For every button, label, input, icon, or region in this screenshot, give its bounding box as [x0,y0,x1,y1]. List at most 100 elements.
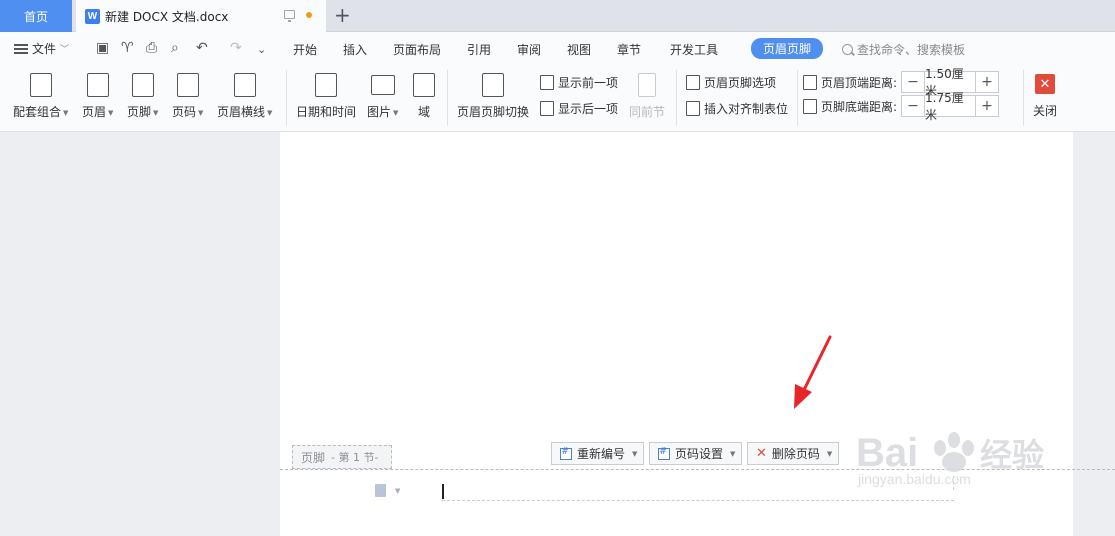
tab-insert[interactable]: 插入 [343,41,367,58]
customize-toolbar-icon[interactable]: ⌄ [257,42,266,58]
tab-header-footer[interactable]: 页眉页脚 [751,38,824,59]
header-footer-options-button[interactable]: 页眉页脚选项 [686,74,776,91]
increase-button[interactable]: + [976,72,998,92]
footer-bottom-distance: 页脚底端距离: − 1.75厘米 + [803,91,999,122]
picture-button[interactable]: 图片 ▼ [367,73,398,120]
same-as-previous-icon [638,73,656,97]
align-tab-icon [686,101,700,116]
svg-text:经验: 经验 [980,436,1044,474]
print-preview-icon[interactable]: ⌕ [171,40,179,56]
search-placeholder: 查找命令、搜索模板 [857,43,966,57]
footer-bottom-input[interactable]: 1.75厘米 [924,91,976,122]
monitor-icon[interactable] [284,10,295,22]
header-footer-options-label: 页眉页脚选项 [704,76,777,90]
date-time-label: 日期和时间 [296,105,357,119]
divider [1023,70,1024,126]
page-number-settings-label: 页码设置 [675,447,724,461]
close-header-footer-button[interactable]: ✕ 关闭 [1033,74,1057,119]
tab-view[interactable]: 视图 [567,41,591,58]
combo-icon [29,73,52,97]
chevron-down-icon[interactable]: ▼ [395,487,400,495]
hamburger-icon [14,43,28,54]
tab-start[interactable]: 开始 [293,41,317,58]
redo-icon[interactable]: ↷ [230,40,242,56]
ribbon: 配套组合 ▼ 页眉 ▼ 页脚 ▼ 页码 ▼ 页眉横线 ▼ 日期和时间 图片 ▼ 域 页眉页脚… [0,66,1115,132]
file-menu-label: 文件 [32,42,57,56]
same-as-previous-button[interactable]: 同前节 [629,73,665,120]
command-search[interactable]: 查找命令、搜索模板 [842,41,965,58]
annotation-arrow-icon [794,335,832,409]
close-label: 关闭 [1033,104,1058,118]
tab-bar: 首页 W 新建 DOCX 文档.docx + [0,0,1115,32]
page-number-label: 页码 [172,105,197,119]
renumber-button[interactable]: 重新编号 ▼ [551,442,645,465]
footer-bottom-label: 页脚底端距离: [821,99,898,114]
print-icon[interactable]: ⎙ [146,40,157,56]
header-icon [86,73,109,97]
calendar-icon [315,73,337,97]
page-number-button[interactable]: 页码 ▼ [172,73,203,120]
field-button[interactable]: 域 [413,73,435,120]
switch-label: 页眉页脚切换 [457,105,530,119]
tab-document-title: 新建 DOCX 文档.docx [105,9,229,24]
insert-align-tab-label: 插入对齐制表位 [704,102,789,116]
save-icon[interactable]: ▣ [96,40,109,56]
tab-chapter[interactable]: 章节 [617,41,641,58]
renumber-icon [560,446,572,460]
page-number-settings-button[interactable]: 页码设置 ▼ [649,442,743,465]
menu-bar: 文件 ﹀ ▣ ♈ ⎙ ⌕ ↶ ↷ ⌄ 开始 插入 页面布局 引用 审阅 视图 章… [0,32,1115,66]
footer-tag-label: 页脚 [301,450,326,465]
footer-distance-icon [803,98,817,114]
unsaved-dot-icon [306,12,312,18]
renumber-label: 重新编号 [577,447,626,461]
section-label: - 第 1 节- [331,451,379,464]
close-icon: ✕ [1035,74,1055,94]
tab-home[interactable]: 首页 [0,0,72,32]
footer-section-tag: 页脚 - 第 1 节- [292,445,392,469]
undo-icon[interactable]: ↶ [196,40,208,56]
file-menu-button[interactable]: 文件 ﹀ [14,40,69,57]
divider [447,70,448,126]
show-next-label: 显示后一项 [558,102,619,116]
insert-align-tab-button[interactable]: 插入对齐制表位 [686,100,788,117]
tab-page-layout[interactable]: 页面布局 [393,41,441,58]
format-painter-icon[interactable]: ♈ [121,40,134,56]
text-cursor [442,484,444,499]
combo-label: 配套组合 [13,105,62,119]
switch-icon [482,73,504,97]
picture-icon [370,75,395,95]
divider [676,70,677,126]
tab-developer[interactable]: 开发工具 [670,41,718,58]
show-next-icon [540,101,554,116]
divider [286,70,287,126]
tab-references[interactable]: 引用 [467,41,491,58]
decrease-button[interactable]: − [902,96,924,116]
increase-button[interactable]: + [976,96,998,116]
header-distance-icon [803,74,817,90]
footer-button[interactable]: 页脚 ▼ [127,73,158,120]
show-next-button[interactable]: 显示后一项 [540,100,618,117]
date-time-button[interactable]: 日期和时间 [296,73,356,120]
svg-text:Bai: Bai [856,431,918,475]
footer-label: 页脚 [127,105,152,119]
same-as-previous-label: 同前节 [629,105,666,119]
delete-page-number-button[interactable]: ✕ 删除页码 ▼ [747,442,840,465]
footer-icon [131,73,154,97]
baidu-watermark-logo: Bai 经验 jingyan.baidu.com [856,431,1044,487]
new-tab-button[interactable]: + [334,4,351,26]
header-line-button[interactable]: 页眉横线 ▼ [217,73,272,120]
document-icon[interactable] [375,484,386,497]
combo-button[interactable]: 配套组合 ▼ [13,73,68,120]
chevron-down-icon: ﹀ [60,45,70,55]
tab-review[interactable]: 审阅 [517,41,541,58]
switch-header-footer-button[interactable]: 页眉页脚切换 [457,73,529,120]
delete-x-icon: ✕ [756,446,767,461]
decrease-button[interactable]: − [902,72,924,92]
show-previous-button[interactable]: 显示前一项 [540,74,618,91]
delete-page-number-label: 删除页码 [771,447,820,461]
header-button[interactable]: 页眉 ▼ [82,73,113,120]
wps-writer-icon: W [85,8,100,24]
header-line-icon [233,73,256,97]
header-top-label: 页眉顶端距离: [821,75,898,90]
divider [797,70,798,126]
